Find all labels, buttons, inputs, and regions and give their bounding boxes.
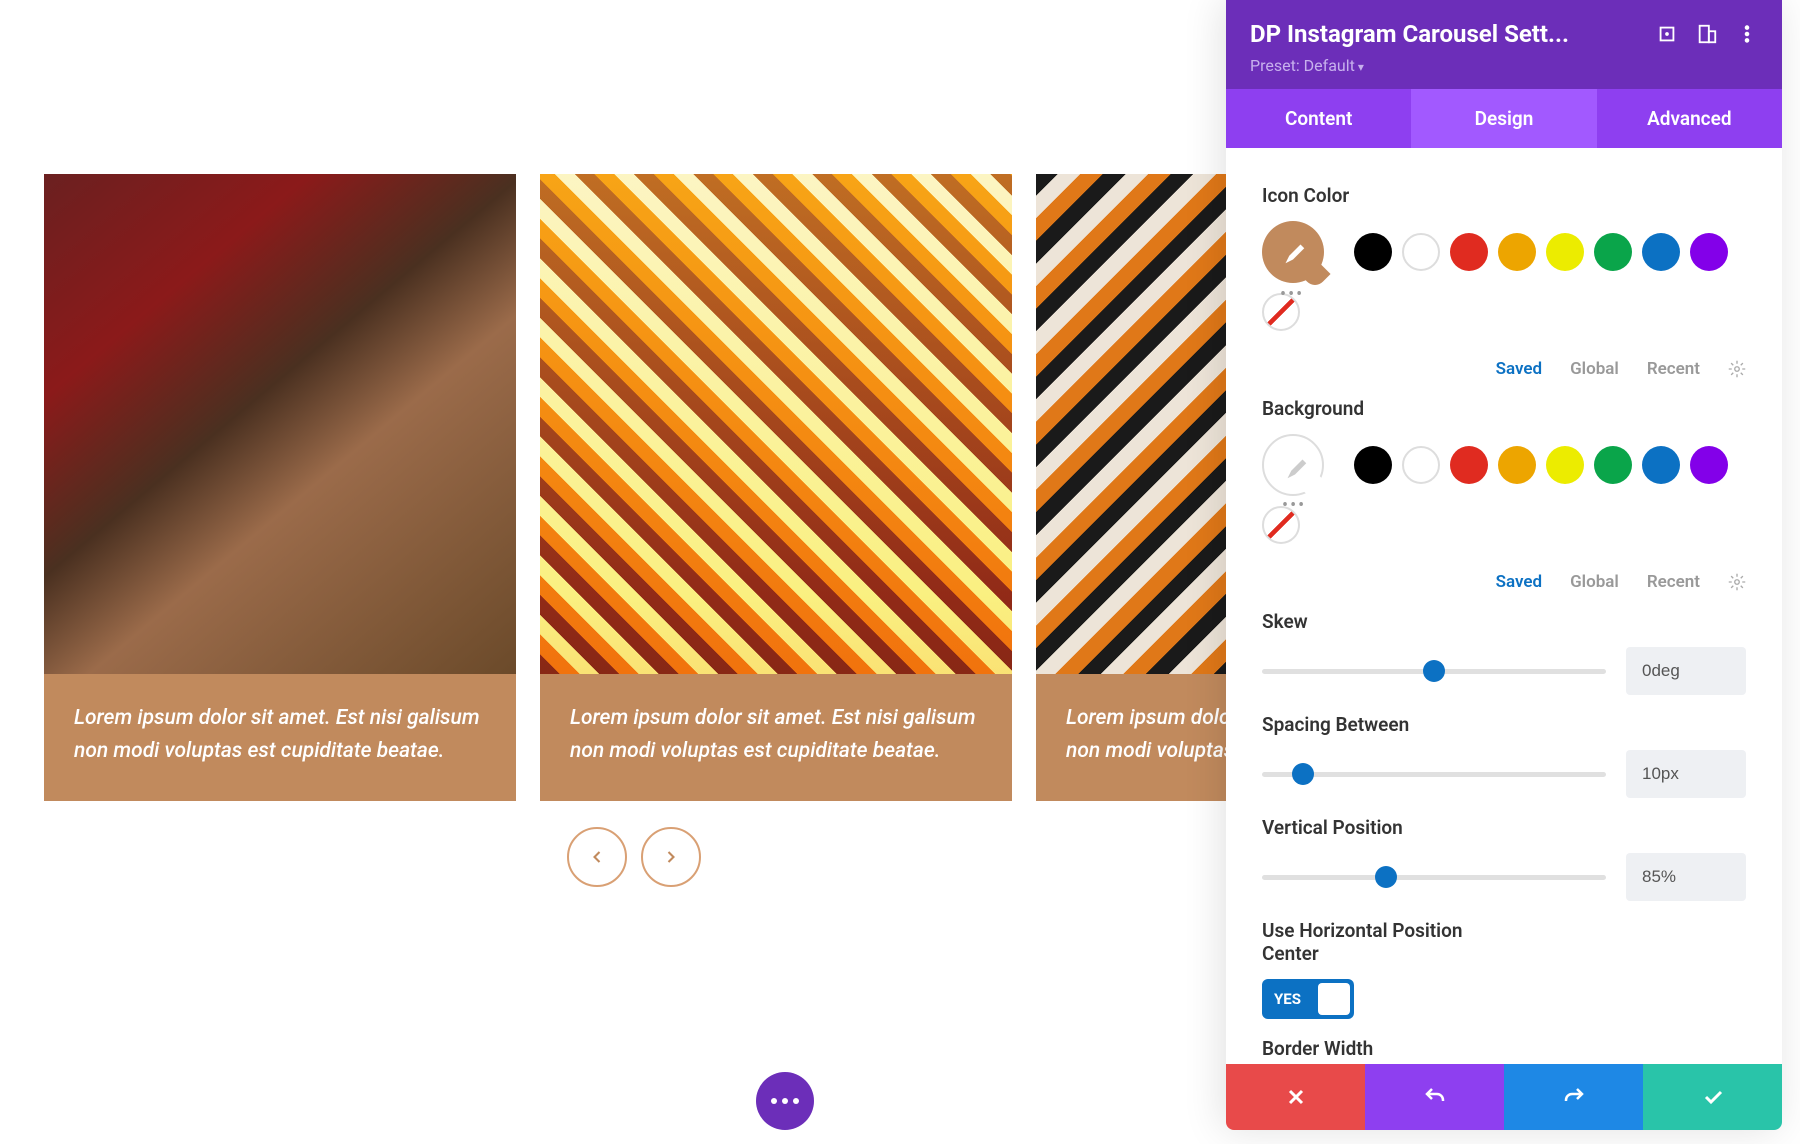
spacing-input[interactable] — [1626, 750, 1746, 798]
eyedropper-icon — [1280, 452, 1310, 482]
panel-tabs: Content Design Advanced — [1226, 89, 1782, 148]
swatch-red[interactable] — [1450, 446, 1488, 484]
horizontal-center-toggle[interactable]: YES — [1262, 979, 1354, 1019]
undo-button[interactable] — [1365, 1064, 1504, 1130]
carousel-card[interactable]: Lorem ipsum dolor sit amet. Est nisi gal… — [540, 174, 1012, 801]
responsive-icon[interactable] — [1696, 23, 1718, 45]
label-horizontal-center: Use Horizontal Position Center — [1262, 919, 1522, 965]
swatch-white[interactable] — [1402, 233, 1440, 271]
swatch-blue[interactable] — [1642, 446, 1680, 484]
color-tab-recent[interactable]: Recent — [1647, 359, 1700, 379]
color-picker-main[interactable]: ••• — [1262, 434, 1324, 496]
tab-advanced[interactable]: Advanced — [1597, 89, 1782, 148]
color-source-tabs: Saved Global Recent — [1262, 359, 1746, 379]
card-image — [44, 174, 516, 674]
more-icon[interactable] — [1736, 23, 1758, 45]
skew-input[interactable] — [1626, 647, 1746, 695]
spacing-slider[interactable] — [1262, 772, 1606, 777]
panel-title: DP Instagram Carousel Sett... — [1250, 20, 1638, 48]
next-button[interactable] — [641, 827, 701, 887]
card-caption: Lorem ipsum dolor sit amet. Est nisi gal… — [540, 674, 1012, 801]
panel-footer — [1226, 1064, 1782, 1130]
gear-icon[interactable] — [1728, 360, 1746, 378]
swatch-red[interactable] — [1450, 233, 1488, 271]
chevron-left-icon — [587, 847, 607, 867]
check-icon — [1701, 1085, 1725, 1109]
color-tab-saved[interactable]: Saved — [1496, 359, 1543, 379]
icon-color-row: ••• — [1262, 221, 1746, 331]
swatch-yellow[interactable] — [1546, 446, 1584, 484]
vpos-slider[interactable] — [1262, 875, 1606, 880]
color-tab-global[interactable]: Global — [1570, 572, 1619, 592]
toggle-yes-label: YES — [1262, 990, 1301, 1008]
chevron-right-icon — [661, 847, 681, 867]
close-icon — [1284, 1085, 1308, 1109]
card-image — [540, 174, 1012, 674]
panel-header: DP Instagram Carousel Sett... Preset: De… — [1226, 0, 1782, 89]
label-border-width: Border Width — [1262, 1037, 1746, 1060]
carousel-cards: Lorem ipsum dolor sit amet. Est nisi gal… — [44, 174, 1224, 801]
vpos-input[interactable] — [1626, 853, 1746, 901]
toggle-knob — [1318, 983, 1350, 1015]
picker-more-icon[interactable]: ••• — [1282, 495, 1306, 516]
color-picker-main[interactable]: ••• — [1262, 221, 1324, 283]
skew-slider[interactable] — [1262, 669, 1606, 674]
picker-more-icon[interactable]: ••• — [1280, 284, 1304, 305]
swatch-purple[interactable] — [1690, 446, 1728, 484]
swatch-green[interactable] — [1594, 446, 1632, 484]
swatch-blue[interactable] — [1642, 233, 1680, 271]
tab-design[interactable]: Design — [1411, 89, 1596, 148]
cancel-button[interactable] — [1226, 1064, 1365, 1130]
label-skew: Skew — [1262, 610, 1746, 633]
swatch-white[interactable] — [1402, 446, 1440, 484]
label-icon-color: Icon Color — [1262, 184, 1746, 207]
carousel-card[interactable]: Lorem ipsum dolor sit amet. Est nisi gal… — [44, 174, 516, 801]
background-color-row: ••• — [1262, 434, 1746, 544]
gear-icon[interactable] — [1728, 573, 1746, 591]
carousel: Lorem ipsum dolor sit amet. Est nisi gal… — [44, 174, 1224, 887]
panel-body[interactable]: Icon Color ••• Saved Global Recent Backg… — [1226, 148, 1782, 1064]
swatch-orange[interactable] — [1498, 233, 1536, 271]
label-spacing: Spacing Between — [1262, 713, 1746, 736]
carousel-nav — [44, 827, 1224, 887]
label-background: Background — [1262, 397, 1746, 420]
color-tab-recent[interactable]: Recent — [1647, 572, 1700, 592]
floating-action-button[interactable] — [756, 1072, 814, 1130]
settings-panel: DP Instagram Carousel Sett... Preset: De… — [1226, 0, 1782, 1130]
expand-icon[interactable] — [1656, 23, 1678, 45]
card-caption: Lorem ipsum dolor sit amet. Est nisi gal… — [44, 674, 516, 801]
preset-dropdown[interactable]: Preset: Default — [1250, 56, 1758, 75]
eyedropper-icon — [1278, 237, 1308, 267]
prev-button[interactable] — [567, 827, 627, 887]
swatch-purple[interactable] — [1690, 233, 1728, 271]
swatch-yellow[interactable] — [1546, 233, 1584, 271]
swatch-black[interactable] — [1354, 233, 1392, 271]
redo-icon — [1562, 1085, 1586, 1109]
color-tab-global[interactable]: Global — [1570, 359, 1619, 379]
label-vertical-position: Vertical Position — [1262, 816, 1746, 839]
redo-button[interactable] — [1504, 1064, 1643, 1130]
swatch-green[interactable] — [1594, 233, 1632, 271]
swatch-orange[interactable] — [1498, 446, 1536, 484]
tab-content[interactable]: Content — [1226, 89, 1411, 148]
color-tab-saved[interactable]: Saved — [1496, 572, 1543, 592]
color-source-tabs: Saved Global Recent — [1262, 572, 1746, 592]
save-button[interactable] — [1643, 1064, 1782, 1130]
swatch-black[interactable] — [1354, 446, 1392, 484]
undo-icon — [1423, 1085, 1447, 1109]
